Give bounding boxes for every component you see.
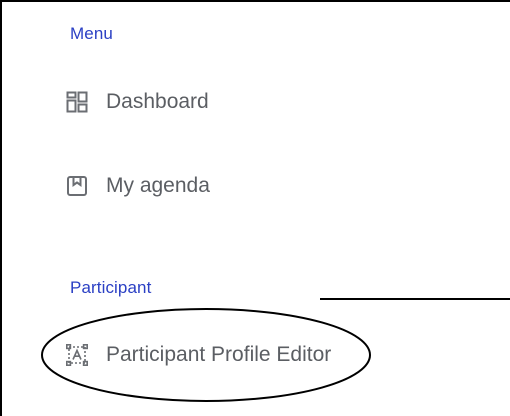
sidebar-item-participant-profile-editor[interactable]: Participant Profile Editor: [66, 335, 331, 375]
dashboard-grid-icon: [66, 91, 88, 113]
sidebar-panel: Menu Dashboard My agenda Participant Par…: [0, 0, 510, 416]
sidebar-item-label: Dashboard: [106, 90, 209, 113]
agenda-bookmark-icon: [66, 175, 88, 197]
profile-editor-icon: [66, 344, 89, 367]
sidebar-item-my-agenda[interactable]: My agenda: [66, 166, 210, 206]
section-header-menu: Menu: [70, 24, 113, 43]
section-header-participant: Participant: [70, 278, 152, 297]
sidebar-item-dashboard[interactable]: Dashboard: [66, 82, 209, 122]
sidebar-item-label: Participant Profile Editor: [106, 343, 332, 366]
sidebar-item-label: My agenda: [106, 174, 210, 197]
divider-line: [320, 298, 510, 300]
